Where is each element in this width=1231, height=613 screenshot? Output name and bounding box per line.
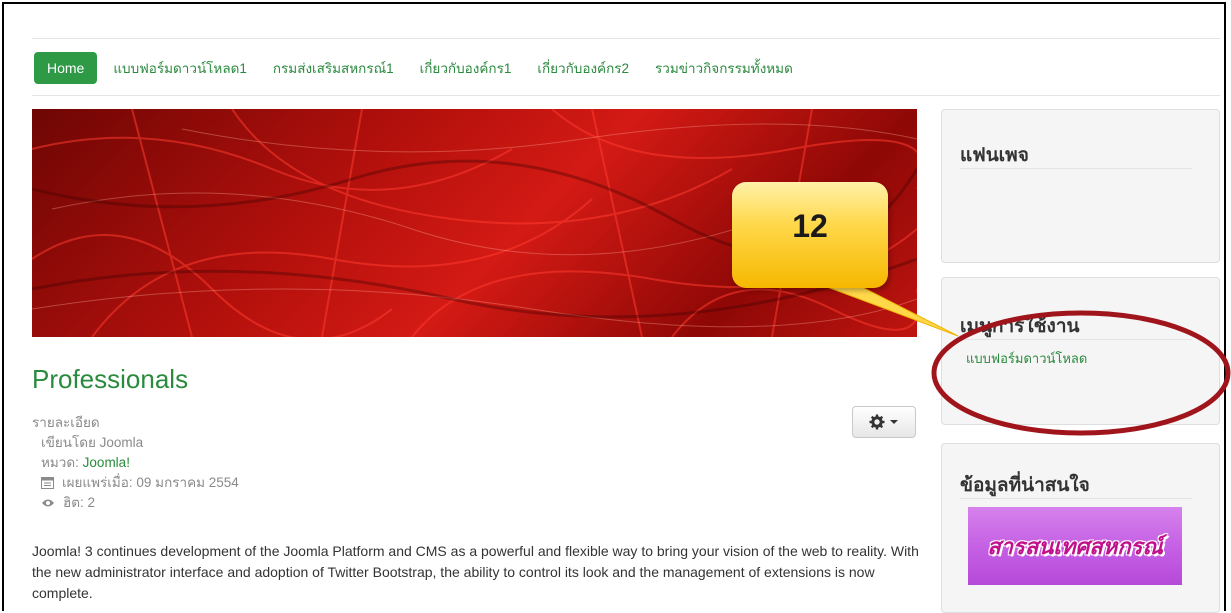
nav-item-home[interactable]: Home xyxy=(34,52,98,84)
article-tools-button[interactable] xyxy=(852,406,916,438)
published-date: เผยแพร่เมื่อ: 09 มกราคม 2554 xyxy=(62,475,239,490)
module-divider xyxy=(960,498,1192,499)
hits-row: ฮิต: 2 xyxy=(32,493,239,513)
module-divider xyxy=(960,168,1192,169)
eye-icon xyxy=(41,498,55,508)
info-module: ข้อมูลที่น่าสนใจ สารสนเทศสหกรณ์ xyxy=(941,443,1220,613)
nav-item-download-forms[interactable]: แบบฟอร์มดาวน์โหลด1 xyxy=(113,57,247,79)
nav-item-about-org-1[interactable]: เกี่ยวกับองค์กร1 xyxy=(420,57,512,79)
author-text: เขียนโดย Joomla xyxy=(41,435,144,450)
author-row: เขียนโดย Joomla xyxy=(32,433,239,453)
nav-divider xyxy=(32,95,1220,96)
article-title[interactable]: Professionals xyxy=(32,364,188,395)
category-link[interactable]: Joomla! xyxy=(83,453,130,473)
menu-item-download-forms[interactable]: แบบฟอร์มดาวน์โหลด xyxy=(966,348,1087,369)
article-info: รายละเอียด เขียนโดย Joomla หมวด: Joomla!… xyxy=(32,413,239,513)
module-divider xyxy=(960,339,1192,340)
nav-item-all-news[interactable]: รวมข่าวกิจกรรมทั้งหมด xyxy=(655,57,793,79)
fanpage-title: แฟนเพจ xyxy=(960,145,1029,166)
info-title: ข้อมูลที่น่าสนใจ xyxy=(960,475,1090,496)
cooperative-info-banner[interactable]: สารสนเทศสหกรณ์ xyxy=(968,507,1182,585)
main-menu: Home แบบฟอร์มดาวน์โหลด1 กรมส่งเสริมสหกรณ… xyxy=(34,51,819,85)
hits-count: ฮิต: 2 xyxy=(63,495,96,510)
nav-item-cooperative-dept[interactable]: กรมส่งเสริมสหกรณ์1 xyxy=(273,57,394,79)
details-label: รายละเอียด xyxy=(32,415,100,430)
banner-text: สารสนเทศสหกรณ์ xyxy=(987,533,1163,559)
calendar-icon xyxy=(41,477,54,489)
fanpage-module: แฟนเพจ xyxy=(941,109,1220,263)
category-label: หมวด: xyxy=(41,455,79,470)
gear-icon xyxy=(869,414,885,430)
step-number: 12 xyxy=(792,208,828,244)
nav-item-about-org-2[interactable]: เกี่ยวกับองค์กร2 xyxy=(537,57,629,79)
article-body: Joomla! 3 continues development of the J… xyxy=(32,543,919,601)
caret-down-icon xyxy=(890,420,898,424)
published-row: เผยแพร่เมื่อ: 09 มกราคม 2554 xyxy=(32,473,239,493)
user-menu-title: เมนูการใช้งาน xyxy=(960,316,1080,337)
header-divider xyxy=(32,38,1220,39)
user-menu-module: เมนูการใช้งาน แบบฟอร์มดาวน์โหลด xyxy=(941,277,1220,425)
category-row: หมวด: Joomla! xyxy=(32,453,239,473)
step-callout: 12 xyxy=(732,182,888,288)
